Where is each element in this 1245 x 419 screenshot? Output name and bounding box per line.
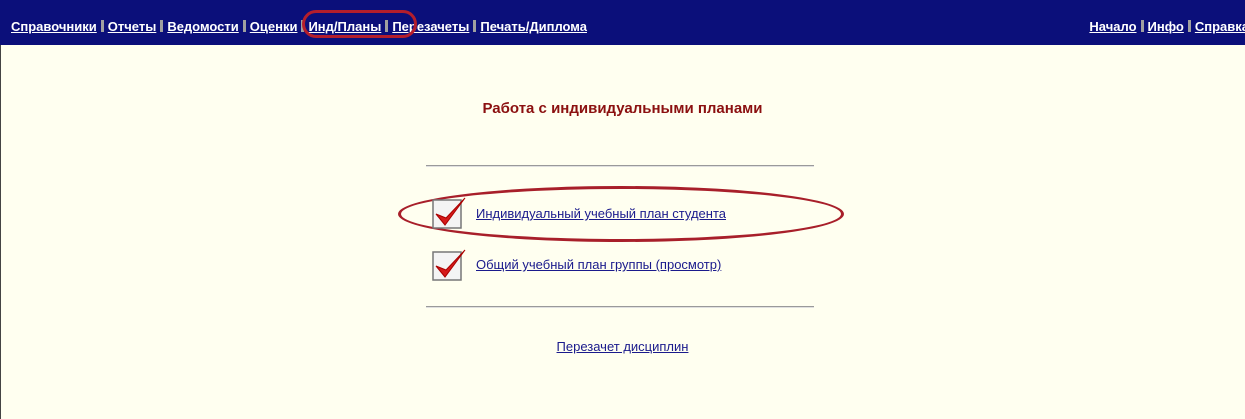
divider-bottom: [426, 306, 814, 308]
individual-student-plan-link[interactable]: Индивидуальный учебный план студента: [476, 206, 726, 221]
top-navigation-bar: Справочники Отчеты Ведомости Оценки Инд/План…: [0, 0, 1245, 45]
nav-separator: [473, 20, 477, 32]
nav-separator: [242, 20, 246, 32]
bottom-link-row: Перезачет дисциплин: [0, 339, 1245, 354]
nav-right-group: Начало Инфо Справка: [1089, 19, 1245, 34]
nav-separator: [100, 20, 104, 32]
nav-link-spravka[interactable]: Справка: [1195, 19, 1245, 34]
nav-left-group: Справочники Отчеты Ведомости Оценки Инд/План…: [11, 10, 587, 38]
nav-separator: [1187, 20, 1191, 32]
nav-link-vedomosti[interactable]: Ведомости: [167, 19, 238, 34]
nav-separator: [1140, 20, 1144, 32]
nav-link-spravochniki[interactable]: Справочники: [11, 19, 97, 34]
list-item: Общий учебный план группы (просмотр): [476, 257, 721, 272]
nav-link-nachalo[interactable]: Начало: [1089, 19, 1136, 34]
list-item: Индивидуальный учебный план студента: [476, 206, 726, 221]
nav-link-pechat-diploma[interactable]: Печать/Диплома: [480, 19, 587, 34]
group-plan-view-link[interactable]: Общий учебный план группы (просмотр): [476, 257, 721, 272]
nav-link-otchety[interactable]: Отчеты: [108, 19, 157, 34]
nav-link-info[interactable]: Инфо: [1148, 19, 1184, 34]
active-nav-highlight: Инд/Планы: [302, 10, 418, 38]
perezachet-disciplin-link[interactable]: Перезачет дисциплин: [557, 339, 689, 354]
divider-top: [426, 165, 814, 167]
red-checkmark-icon: [432, 197, 466, 229]
page-title: Работа с индивидуальными планами: [482, 100, 763, 117]
nav-separator: [160, 20, 164, 32]
red-checkmark-icon: [432, 249, 466, 281]
nav-link-ocenki[interactable]: Оценки: [250, 19, 298, 34]
highlight-ring: [302, 10, 418, 38]
